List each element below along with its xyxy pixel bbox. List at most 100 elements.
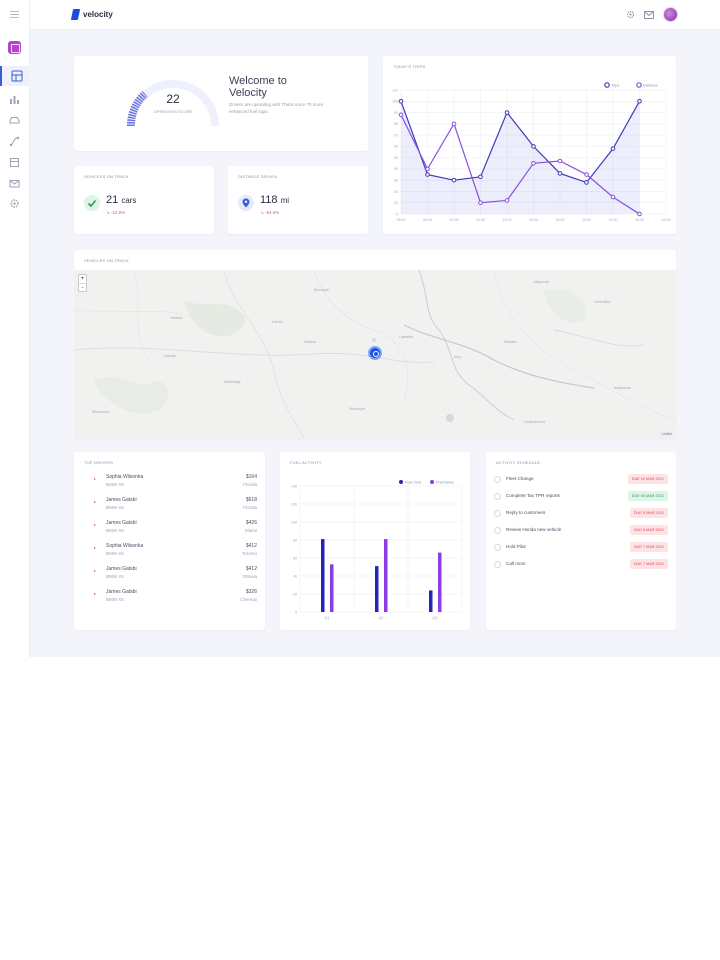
stat-delta: ↘ -64.5% bbox=[260, 210, 280, 215]
map-place-label: Cabrian bbox=[164, 354, 177, 358]
data-point bbox=[425, 172, 430, 177]
y-tick-label: 20 bbox=[394, 190, 398, 194]
settings-icon[interactable] bbox=[626, 10, 635, 19]
legend-marker bbox=[604, 82, 610, 88]
top-bar: velocity bbox=[30, 0, 720, 30]
task-label: Call mom bbox=[506, 561, 526, 566]
driver-city: Miami bbox=[245, 528, 257, 533]
workspace-icon[interactable] bbox=[8, 41, 21, 54]
y-tick-label: 60 bbox=[394, 145, 398, 149]
fuel-chart-card: Fuel Activity 0 20 40 60 80 100 120 140 Q1 Q2 Q3 Fu… bbox=[280, 452, 470, 630]
sidebar-item-reports[interactable] bbox=[9, 155, 20, 167]
map-place-label: Dunboyne bbox=[349, 407, 365, 411]
task-checkbox[interactable] bbox=[494, 527, 501, 534]
task-checkbox[interactable] bbox=[494, 561, 501, 568]
x-tick-label: 14:00 bbox=[503, 218, 512, 222]
stat-title: Distance Driven bbox=[238, 174, 278, 179]
y-tick-label: 100 bbox=[392, 100, 398, 104]
x-tick-label: 00:00 bbox=[635, 218, 644, 222]
driver-car: BMW X5 bbox=[106, 505, 124, 510]
x-tick-label: 16:00 bbox=[529, 218, 538, 222]
driver-marker-icon: ▸ bbox=[94, 545, 97, 550]
task-label: Reply to customers bbox=[506, 510, 546, 515]
menu-icon[interactable] bbox=[10, 11, 19, 18]
brand-logo[interactable]: velocity bbox=[70, 9, 113, 20]
due-badge: DUE 5 MAR 2021 bbox=[629, 508, 668, 518]
driver-car: BMW X5 bbox=[106, 528, 124, 533]
x-tick-label: Q2 bbox=[378, 616, 383, 620]
operating-score-label: Operating Score bbox=[153, 109, 193, 114]
y-tick-label: 110 bbox=[392, 88, 398, 92]
sidebar-item-vehicles[interactable] bbox=[9, 112, 20, 124]
y-tick-label: 100 bbox=[291, 520, 297, 524]
mail-icon[interactable] bbox=[644, 10, 654, 19]
map-place-label: Moy bbox=[454, 355, 461, 359]
driver-name: James Gatsbi bbox=[106, 589, 137, 595]
map-place-label: Lakeside bbox=[399, 335, 414, 339]
sidebar-rail bbox=[0, 0, 30, 657]
bar bbox=[438, 552, 442, 612]
due-badge: DUE 6 MAR 2021 bbox=[629, 525, 668, 535]
task-label: Hold Pilot bbox=[506, 544, 526, 549]
user-avatar[interactable] bbox=[663, 7, 678, 22]
vehicle-map[interactable]: Hobbart Carrick Bunstown Midland Lakesid… bbox=[74, 270, 676, 438]
y-tick-label: 30 bbox=[394, 178, 398, 182]
driver-car: BMW X5 bbox=[106, 597, 124, 602]
schedule-item: Fleet Change DUE 02 MAR 2021 bbox=[494, 474, 668, 488]
activity-schedule-card: Activity Schedule Fleet Change DUE 02 MA… bbox=[486, 452, 676, 630]
driver-row[interactable]: ▸ James Gatsbi BMW X5 $618 Florida bbox=[92, 497, 257, 515]
sidebar-item-routes[interactable] bbox=[9, 134, 20, 147]
operating-score-gauge bbox=[126, 80, 219, 127]
driver-row[interactable]: ▸ James Gatsbi BMW X5 $412 Ottawa bbox=[92, 566, 257, 584]
driver-marker-icon: ▸ bbox=[94, 499, 97, 504]
schedule-title: Activity Schedule bbox=[496, 460, 541, 465]
task-checkbox[interactable] bbox=[494, 476, 501, 483]
task-label: Fleet Change bbox=[506, 476, 534, 481]
x-tick-label: 20:00 bbox=[582, 218, 591, 222]
driver-name: Sophia Wilsonka bbox=[106, 474, 144, 480]
driver-row[interactable]: ▸ James Gatsbi BMW X5 $326 Chennai bbox=[92, 589, 257, 607]
sidebar-item-dashboard[interactable] bbox=[0, 66, 30, 86]
schedule-item: Call mom DUE 7 MAR 2021 bbox=[494, 559, 668, 573]
task-checkbox[interactable] bbox=[494, 493, 501, 500]
driver-car: BMW X5 bbox=[106, 551, 124, 556]
legend-label: Purchases bbox=[436, 480, 454, 484]
welcome-title: Welcome to Velocity bbox=[229, 75, 287, 99]
sidebar-item-analytics[interactable] bbox=[9, 92, 20, 104]
driver-row[interactable]: ▸ Sophia Wilsonka BMW X5 $164 Florida bbox=[92, 474, 257, 492]
dashboard-icon bbox=[11, 70, 23, 82]
data-point bbox=[584, 172, 589, 177]
sidebar-item-settings[interactable] bbox=[9, 196, 20, 208]
car-icon bbox=[9, 117, 20, 124]
zoom-in-button[interactable]: + bbox=[79, 275, 86, 283]
driver-row[interactable]: ▸ James Gatsbi BMW X5 $426 Miami bbox=[92, 520, 257, 538]
due-badge: DUE 04 MAR 2021 bbox=[627, 491, 668, 501]
driver-car: BMW X5 bbox=[106, 574, 124, 579]
vehicle-location-marker[interactable] bbox=[368, 346, 382, 360]
stat-card-distance: Distance Driven 118 mi ↘ -64.5% bbox=[228, 166, 368, 234]
driver-name: Sophia Wilsonka bbox=[106, 543, 144, 549]
y-tick-label: 80 bbox=[394, 122, 398, 126]
y-tick-label: 60 bbox=[293, 556, 297, 560]
driver-row[interactable]: ▸ Sophia Wilsonka BMW X5 $412 Toronto bbox=[92, 543, 257, 561]
sidebar-item-messages[interactable] bbox=[9, 176, 20, 188]
map-place-label: Bunstown bbox=[314, 288, 330, 292]
driver-marker-icon: ▸ bbox=[94, 476, 97, 481]
driver-city: Toronto bbox=[241, 551, 257, 556]
schedule-item: Reply to customers DUE 5 MAR 2021 bbox=[494, 508, 668, 522]
task-checkbox[interactable] bbox=[494, 510, 501, 517]
data-point bbox=[637, 211, 642, 217]
task-checkbox[interactable] bbox=[494, 544, 501, 551]
legend-label: Fuel Cost bbox=[405, 480, 422, 484]
driver-city: Ottawa bbox=[242, 574, 257, 579]
data-point bbox=[504, 198, 510, 203]
driver-city: Florida bbox=[243, 505, 257, 510]
due-badge: DUE 7 MAR 2021 bbox=[629, 559, 668, 569]
zoom-out-button[interactable]: - bbox=[79, 283, 86, 291]
map-attribution[interactable]: Leaflet bbox=[661, 432, 672, 436]
y-tick-label: 70 bbox=[394, 133, 398, 137]
data-point bbox=[531, 144, 536, 149]
driver-amount: $426 bbox=[245, 520, 257, 526]
y-tick-label: 120 bbox=[291, 502, 297, 506]
y-tick-label: 0 bbox=[396, 212, 398, 216]
